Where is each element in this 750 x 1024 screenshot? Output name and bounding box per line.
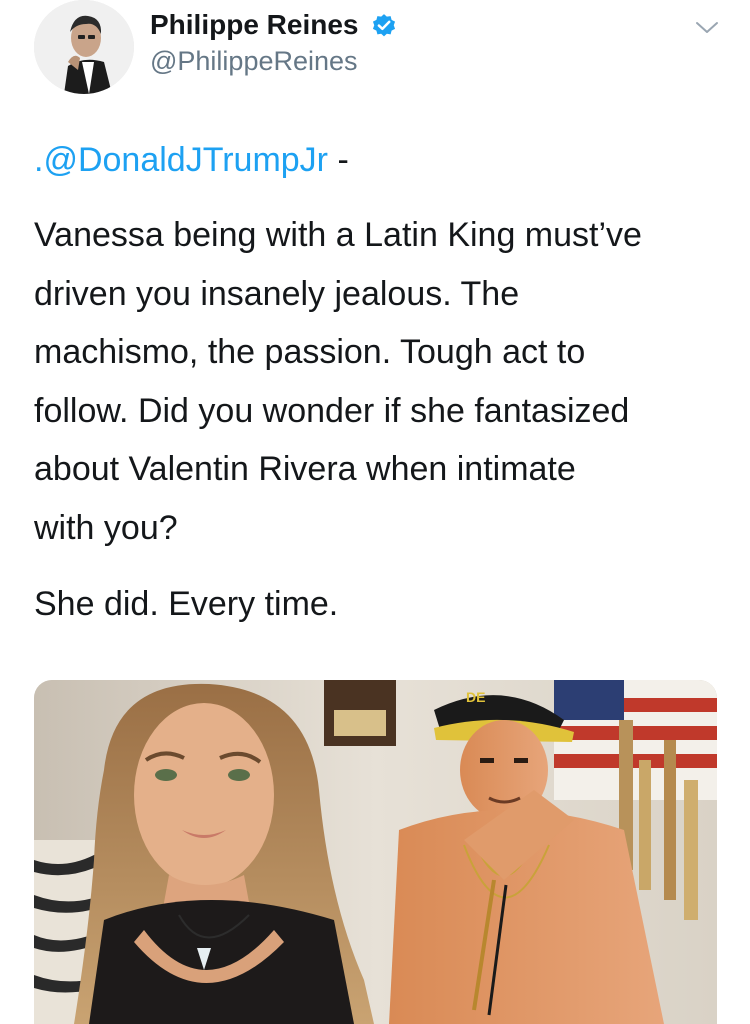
tweet-header: Philippe Reines @PhilippeReines [0, 0, 750, 110]
chevron-down-icon[interactable] [694, 16, 720, 38]
body-line: about Valentin Rivera when intimate [34, 450, 576, 488]
body-line: with you? [34, 508, 178, 547]
cap-text: DE [466, 689, 485, 705]
tweet-body: Vanessa being with a Latin King must’ve … [34, 206, 724, 557]
body-line: follow. Did you wonder if she fantasized [34, 391, 630, 430]
media-photo: DE [34, 680, 717, 1024]
verified-badge-icon [372, 14, 396, 37]
mention-link[interactable]: .@DonaldJTrumpJr [34, 141, 328, 179]
mention-suffix: - [328, 141, 349, 179]
author-name[interactable]: Philippe Reines [150, 8, 359, 42]
body-line: machismo, the passion. Tough act to [34, 333, 586, 371]
avatar-photo [34, 0, 134, 94]
tweet-mention-line: .@DonaldJTrumpJr - [34, 140, 349, 180]
author-avatar[interactable] [34, 0, 134, 94]
tweet-second-paragraph: She did. Every time. [34, 585, 339, 623]
body-line: Vanessa being with a Latin King must’ve [34, 216, 642, 254]
author-handle[interactable]: @PhilippeReines [150, 45, 358, 77]
tweet-media-image[interactable]: DE [34, 680, 717, 1024]
body-line: driven you insanely jealous. The [34, 274, 520, 313]
